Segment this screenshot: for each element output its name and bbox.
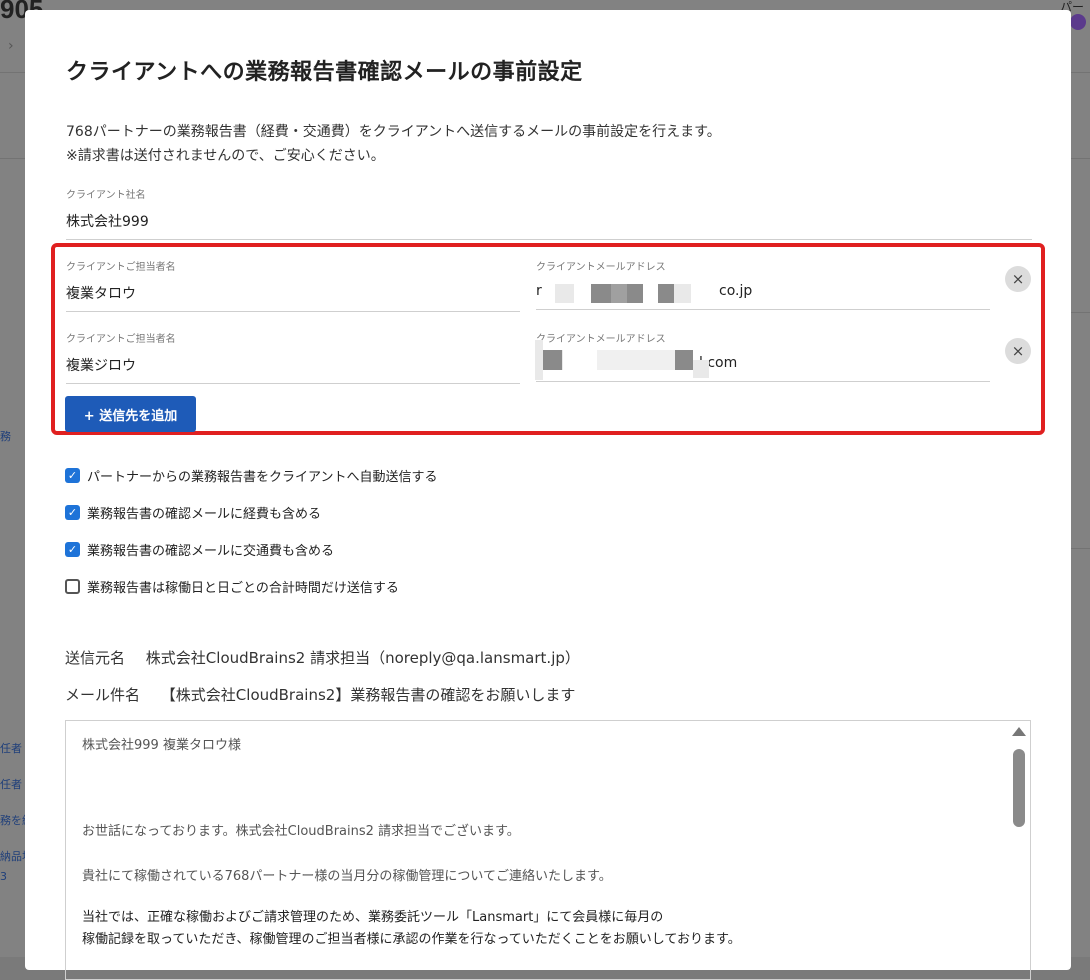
divider <box>1071 158 1090 159</box>
redacted-region <box>555 284 574 303</box>
contact-name-input[interactable]: 複業タロウ <box>66 283 520 312</box>
contact-name-label: クライアントご担当者名 <box>66 262 176 273</box>
scrollbar-thumb[interactable] <box>1013 749 1025 827</box>
client-email-label: クライアントメールアドレス <box>536 334 666 345</box>
contact-name-input[interactable]: 複業ジロウ <box>66 355 520 384</box>
email-prefix: r <box>536 283 542 299</box>
checkbox-unchecked-icon[interactable] <box>65 579 80 594</box>
scroll-up-arrow-icon[interactable] <box>1012 727 1026 736</box>
divider <box>1071 548 1090 549</box>
email-body-line: 当社では、正確な稼働およびご請求管理のため、業務委託ツール「Lansmart」に… <box>82 910 664 925</box>
checkbox-label: 業務報告書の確認メールに交通費も含める <box>87 544 335 559</box>
client-email-label: クライアントメールアドレス <box>536 262 666 273</box>
background-side-label: 任者 <box>0 778 22 791</box>
remove-recipient-button[interactable]: × <box>1005 338 1031 364</box>
email-body-textarea[interactable]: 株式会社999 複業タロウ様 お世話になっております。株式会社CloudBrai… <box>65 720 1031 980</box>
subject-row: メール件名 【株式会社CloudBrains2】業務報告書の確認をお願いします <box>65 684 575 705</box>
divider <box>1071 72 1090 73</box>
checkbox-checked-icon[interactable]: ✓ <box>65 468 80 483</box>
divider <box>0 158 25 159</box>
sender-row: 送信元名 株式会社CloudBrains2 請求担当（noreply@qa.la… <box>65 647 580 668</box>
checkbox-label: パートナーからの業務報告書をクライアントへ自動送信する <box>87 470 438 485</box>
email-domain: co.jp <box>719 283 753 299</box>
remove-recipient-button[interactable]: × <box>1005 266 1031 292</box>
include-transport-option[interactable]: ✓ 業務報告書の確認メールに交通費も含める <box>65 540 334 559</box>
auto-send-option[interactable]: ✓ パートナーからの業務報告書をクライアントへ自動送信する <box>65 466 437 485</box>
divider <box>0 72 25 73</box>
chevron-right-icon: › <box>8 38 14 54</box>
redacted-region <box>543 350 562 370</box>
redacted-region <box>658 284 674 303</box>
redacted-region <box>535 340 543 380</box>
email-body-line: お世話になっております。株式会社CloudBrains2 請求担当でございます。 <box>82 824 520 839</box>
background-side-label: 務 <box>0 430 11 443</box>
add-recipient-button[interactable]: + 送信先を追加 <box>65 396 196 432</box>
divider <box>1071 312 1090 313</box>
summary-only-option[interactable]: 業務報告書は稼働日と日ごとの合計時間だけ送信する <box>65 577 399 596</box>
redacted-region <box>675 350 693 370</box>
modal-description: 768パートナーの業務報告書（経費・交通費）をクライアントへ送信するメールの事前… <box>66 120 721 168</box>
avatar <box>1070 14 1086 30</box>
sender-label: 送信元名 <box>65 649 126 667</box>
checkbox-label: 業務報告書の確認メールに経費も含める <box>87 507 322 522</box>
redacted-region <box>693 360 709 378</box>
include-expenses-option[interactable]: ✓ 業務報告書の確認メールに経費も含める <box>65 503 321 522</box>
checkbox-checked-icon[interactable]: ✓ <box>65 542 80 557</box>
contact-name-label: クライアントご担当者名 <box>66 334 176 345</box>
subject-label: メール件名 <box>65 686 141 704</box>
email-body-line: 稼働記録を取っていただき、稼働管理のご担当者様に承認の作業を行なっていただくこと… <box>82 932 741 947</box>
checkbox-label: 業務報告書は稼働日と日ごとの合計時間だけ送信する <box>87 581 399 596</box>
email-settings-modal: クライアントへの業務報告書確認メールの事前設定 768パートナーの業務報告書（経… <box>25 10 1071 980</box>
client-company-field[interactable]: 株式会社999 <box>66 211 1032 240</box>
background-side-label: 3 <box>0 870 7 883</box>
email-body-line: 株式会社999 複業タロウ様 <box>82 738 241 753</box>
redacted-region <box>591 284 611 303</box>
background-side-label: 任者 <box>0 742 22 755</box>
subject-value: 【株式会社CloudBrains2】業務報告書の確認をお願いします <box>160 686 576 704</box>
client-company-label: クライアント社名 <box>66 190 146 201</box>
redacted-region <box>597 350 675 370</box>
description-line: 768パートナーの業務報告書（経費・交通費）をクライアントへ送信するメールの事前… <box>66 124 721 140</box>
checkbox-checked-icon[interactable]: ✓ <box>65 505 80 520</box>
sender-value: 株式会社CloudBrains2 請求担当（noreply@qa.lansmar… <box>145 649 580 667</box>
description-note: ※請求書は送付されませんので、ご安心ください。 <box>66 148 385 164</box>
email-body-line: 貴社にて稼働されている768パートナー様の当月分の稼働管理についてご連絡いたしま… <box>82 869 612 884</box>
redacted-region <box>627 284 643 303</box>
modal-title: クライアントへの業務報告書確認メールの事前設定 <box>66 60 583 85</box>
redacted-region <box>674 284 691 303</box>
redacted-region <box>611 284 627 303</box>
